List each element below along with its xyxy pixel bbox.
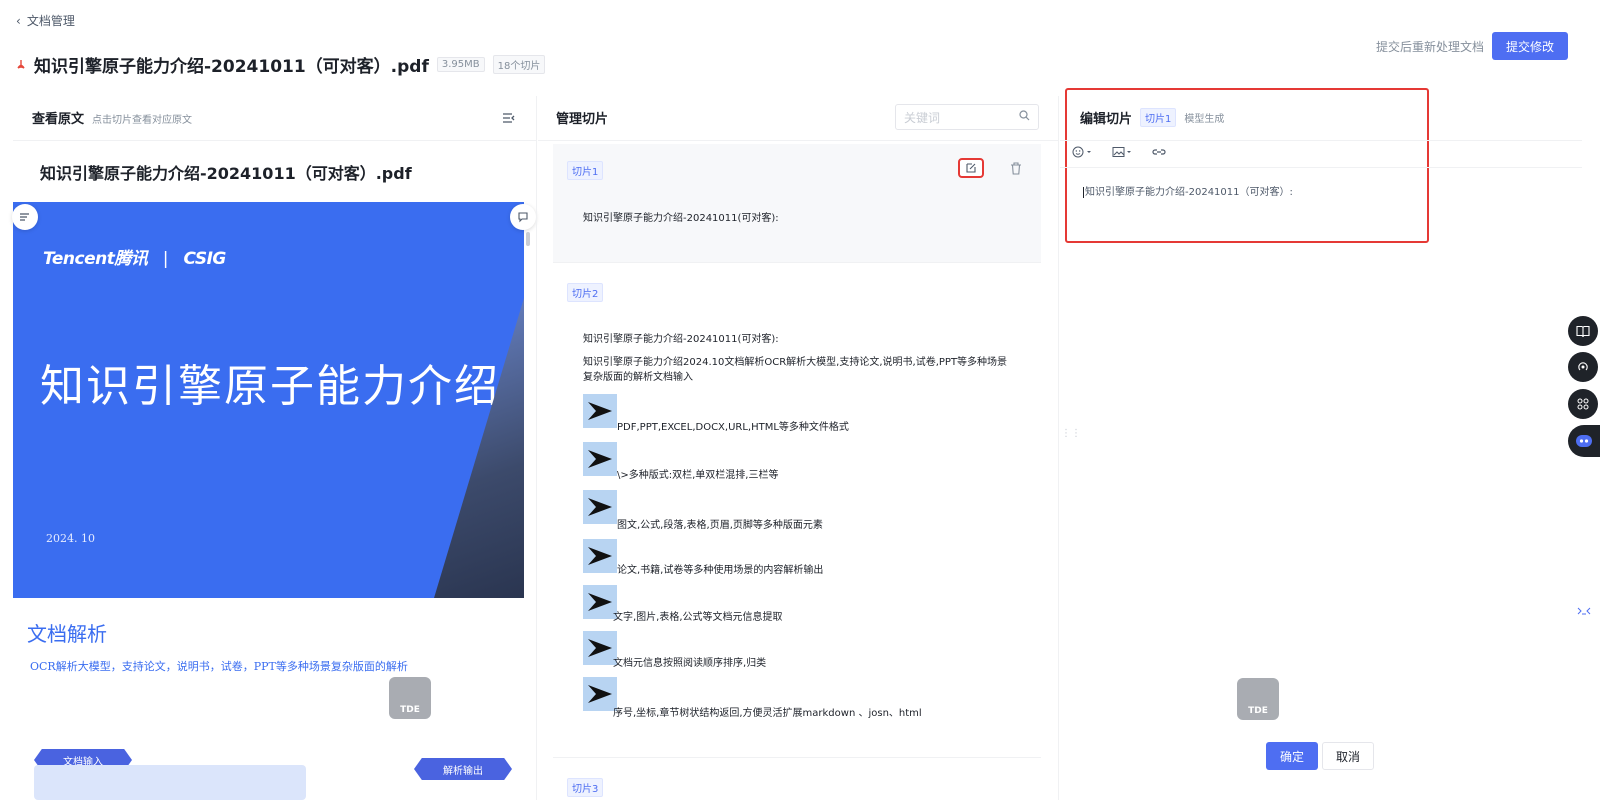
bullet-text: 论文,书籍,试卷等多种使用场景的内容解析输出 [617, 565, 824, 576]
divider [536, 96, 537, 800]
editor-toolbar [1072, 146, 1166, 161]
slide-date: 2024. 10 [46, 532, 95, 545]
parse-output-tag: 解析输出 [414, 758, 512, 780]
confirm-button[interactable]: 确定 [1266, 742, 1318, 770]
arrow-icon [583, 490, 617, 524]
slice-text: 知识引擎原子能力介绍-20241011(可对客): [583, 213, 779, 224]
slice-tag: 切片3 [567, 778, 604, 797]
bullet-text: 文档元信息按照阅读顺序排序,归类 [613, 658, 767, 669]
input-box [34, 765, 306, 800]
divider [538, 140, 1058, 141]
divider [553, 757, 1041, 758]
resize-handle-icon[interactable]: ⋮⋮ [1061, 429, 1081, 439]
source-meta: 模型生成 [1184, 114, 1225, 125]
reprocess-hint: 提交后重新处理文档 [1376, 40, 1485, 54]
divider [13, 140, 536, 141]
divider [1058, 96, 1059, 800]
chevron-left-icon: ‹ [16, 13, 21, 28]
arrow-icon [583, 394, 617, 428]
left-panel-title: 查看原文 [32, 112, 85, 127]
outline-toggle-icon[interactable] [12, 204, 38, 230]
page-title: 知识引擎原子能力介绍-20241011（可对客）.pdf [34, 57, 429, 77]
preview-title: 知识引擎原子能力介绍-20241011（可对客）.pdf [40, 164, 412, 183]
collapse-sidebar-icon[interactable] [1574, 602, 1594, 620]
trash-icon[interactable] [1010, 160, 1022, 179]
section-title: 文档解析 [27, 622, 107, 646]
submit-changes-button[interactable]: 提交修改 [1492, 32, 1568, 60]
bullet-text: 序号,坐标,章节树状结构返回,方便灵活扩展markdown 、josn、html [613, 708, 922, 719]
back-link[interactable]: ‹ 文档管理 [16, 12, 75, 29]
tde-watermark-icon: TDE [389, 677, 431, 719]
comment-icon[interactable] [510, 204, 536, 230]
edit-panel-header: 编辑切片 切片1 模型生成 [1080, 108, 1224, 127]
apps-icon[interactable] [1568, 389, 1598, 419]
arrow-icon [583, 539, 617, 573]
slice-tag: 切片1 [567, 161, 604, 180]
arrow-icon [583, 677, 617, 711]
edit-panel-title: 编辑切片 [1080, 112, 1133, 127]
pdf-icon [16, 59, 26, 71]
section-desc: OCR解析大模型，支持论文，说明书，试卷，PPT等多种场景复杂版面的解析 [30, 660, 408, 673]
slice-line: 知识引擎原子能力介绍2024.10文档解析OCR解析大模型,支持论文,说明书,试… [583, 357, 1008, 383]
assistant-icon[interactable] [1568, 425, 1600, 457]
link-icon[interactable] [1152, 146, 1166, 161]
arrow-icon [583, 585, 617, 619]
cancel-button[interactable]: 取消 [1322, 742, 1374, 770]
slide-heading: 知识引擎原子能力介绍 [40, 361, 500, 412]
slice-count-badge: 18个切片 [492, 55, 546, 74]
image-icon[interactable] [1112, 146, 1134, 161]
doc-title-row: 知识引擎原子能力介绍-20241011（可对客）.pdf 3.95MB 18个切… [16, 52, 546, 77]
slice-tag: 切片2 [567, 283, 604, 302]
slide-brand: Tencent腾讯 | CSIG [43, 249, 226, 269]
emoji-icon[interactable] [1072, 146, 1094, 161]
bullet-text: \>多种版式:双栏,单双栏混排,三栏等 [617, 470, 779, 481]
slice-tag: 切片1 [1140, 108, 1177, 127]
slice-line: 知识引擎原子能力介绍-20241011(可对客): [583, 334, 779, 345]
divider [553, 262, 1041, 263]
search-icon[interactable] [1019, 110, 1030, 124]
file-size-badge: 3.95MB [436, 57, 485, 72]
divider [1060, 140, 1582, 141]
city-image [434, 298, 524, 598]
search-input[interactable]: 关键词 [895, 104, 1039, 130]
bullet-text: PDF,PPT,EXCEL,DOCX,URL,HTML等多种文件格式 [617, 422, 849, 433]
tde-watermark-icon: TDE [1237, 678, 1279, 720]
back-label: 文档管理 [26, 14, 75, 28]
search-placeholder: 关键词 [904, 110, 941, 125]
divider [1060, 167, 1582, 168]
collapse-menu-icon[interactable] [502, 110, 516, 124]
scrollbar[interactable] [526, 232, 530, 246]
left-panel-header: 查看原文 点击切片查看对应原文 [32, 108, 192, 127]
broadcast-icon[interactable] [1568, 352, 1598, 382]
arrow-icon [583, 442, 617, 476]
left-panel-subtitle: 点击切片查看对应原文 [92, 115, 193, 126]
mid-panel-title: 管理切片 [556, 112, 609, 127]
slide-preview[interactable]: Tencent腾讯 | CSIG 知识引擎原子能力介绍 2024. 10 [13, 202, 524, 598]
edit-icon[interactable] [958, 158, 984, 178]
book-icon[interactable] [1568, 316, 1598, 346]
bullet-text: 图文,公式,段落,表格,页眉,页脚等多种版面元素 [617, 520, 823, 531]
arrow-icon [583, 631, 617, 665]
bullet-text: 文字,图片,表格,公式等文档元信息提取 [613, 612, 783, 623]
editor-textarea[interactable]: 知识引擎原子能力介绍-20241011（可对客）: [1083, 183, 1293, 198]
